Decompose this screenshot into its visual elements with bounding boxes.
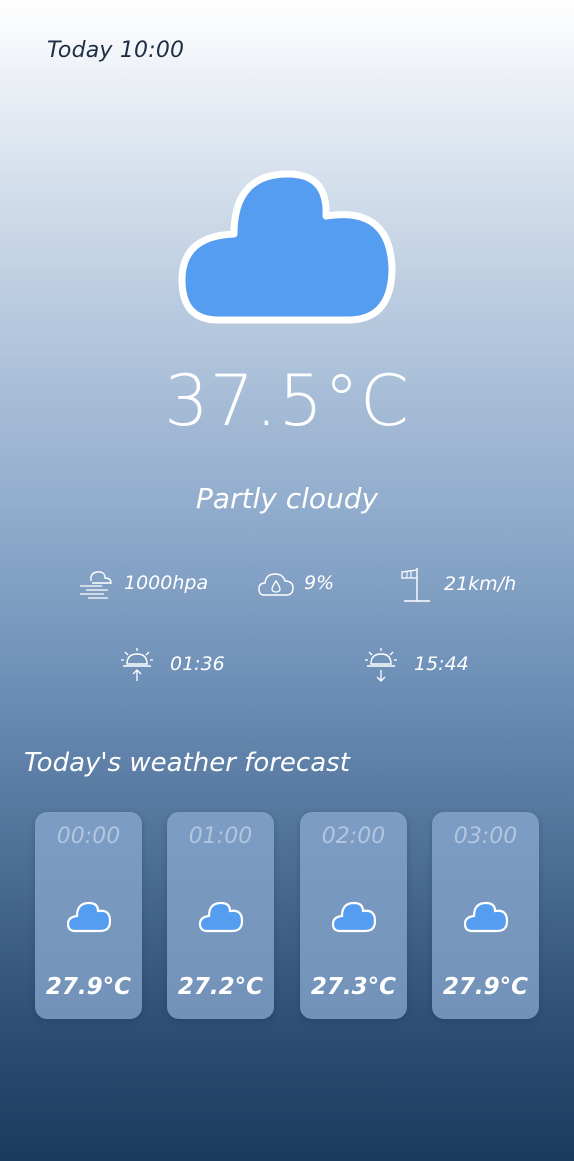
cloud-icon — [66, 901, 112, 933]
forecast-temp: 27.9°C — [442, 974, 529, 1000]
sunrise-icon — [121, 648, 153, 681]
pressure-stat: 1000hpa — [78, 566, 208, 600]
pressure-value: 1000hpa — [124, 572, 209, 594]
forecast-temp: 27.9°C — [45, 974, 132, 1000]
forecast-hour: 00:00 — [56, 824, 121, 849]
sunset-icon — [365, 648, 397, 682]
current-temperature: 37.5°C — [164, 360, 410, 442]
forecast-card[interactable]: 02:00 27.3°C — [300, 812, 407, 1019]
forecast-temp: 27.2°C — [177, 974, 264, 1000]
forecast-hour: 03:00 — [453, 824, 518, 849]
cloud-icon — [463, 901, 509, 933]
cloud-icon — [178, 170, 396, 324]
windsock-icon — [401, 568, 430, 602]
cloud-icon — [198, 901, 244, 933]
forecast-title: Today's weather forecast — [24, 748, 350, 778]
forecast-temp: 27.3°C — [310, 974, 397, 1000]
forecast-card[interactable]: 03:00 27.9°C — [432, 812, 539, 1019]
forecast-card[interactable]: 00:00 27.9°C — [35, 812, 142, 1019]
time-header: Today 10:00 — [47, 38, 185, 63]
humidity-value: 9% — [304, 572, 335, 594]
cloud-icon — [331, 901, 377, 933]
forecast-hour: 01:00 — [188, 824, 253, 849]
forecast-card[interactable]: 01:00 27.2°C — [167, 812, 274, 1019]
sunrise-time: 01:36 — [170, 653, 225, 675]
wind-value: 21km/h — [444, 573, 517, 595]
sunset-stat: 15:44 — [364, 646, 469, 682]
wind-stat: 21km/h — [400, 566, 516, 602]
sunset-time: 15:44 — [414, 653, 469, 675]
humidity-stat: 9% — [258, 568, 334, 598]
sunrise-stat: 01:36 — [120, 646, 225, 682]
condition-label: Partly cloudy — [195, 482, 379, 515]
rain-cloud-icon — [258, 573, 294, 596]
wind-cloud-icon — [80, 571, 112, 599]
forecast-hour: 02:00 — [321, 824, 386, 849]
